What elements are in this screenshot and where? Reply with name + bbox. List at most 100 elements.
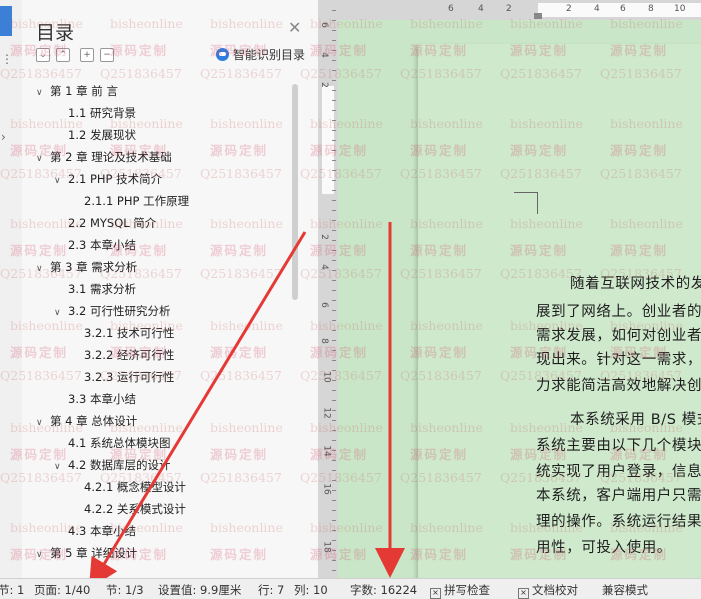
document-area[interactable]: 随着互联网技术的发展到了网络上。创业者的 需求发展，如何对创业者 现出来。针对这一需… <box>338 20 701 599</box>
ruler-number: 4 <box>594 4 600 14</box>
toc-item[interactable]: 3.2.3 运行可行性 <box>84 366 174 388</box>
ruler-number: 4 <box>318 52 329 58</box>
toc-item-label: 3.2 可行性研究分析 <box>68 304 171 318</box>
ruler-number: 14 <box>321 445 332 457</box>
ruler-number: 12 <box>321 407 332 419</box>
toc-item[interactable]: 4.1 系统总体模块图 <box>68 432 170 454</box>
toc-item[interactable]: ∨ 第 5 章 详细设计 <box>36 542 137 560</box>
ruler-number: 2 <box>566 4 572 14</box>
proofread-toggle[interactable]: × 文档校对 <box>518 582 578 599</box>
toc-item-label: 第 5 章 详细设计 <box>50 546 138 560</box>
toc-scrollbar[interactable] <box>292 84 298 300</box>
wps-writer-window: ⋮ › 目录 ✕ ⌄ ⌃ + − 智能识别目录 ∨ 第 1 章 前 言 1.1 研究… <box>0 0 701 599</box>
toc-item[interactable]: ∨ 第 2 章 理论及技术基础 <box>36 146 172 168</box>
ruler-number: 18 <box>321 541 332 553</box>
document-text-line[interactable]: 需求发展，如何对创业者 <box>536 324 701 345</box>
toc-item[interactable]: 4.2.2 关系模式设计 <box>84 498 186 520</box>
toc-item[interactable]: 2.2 MYSQL 简介 <box>68 212 156 234</box>
toc-item-label: 3.3 本章小结 <box>68 392 136 406</box>
chevron-down-icon[interactable]: ∨ <box>54 456 68 478</box>
document-text-line[interactable]: 力求能简洁高效地解决创 <box>536 374 701 395</box>
toc-item-label: 第 3 章 需求分析 <box>50 260 138 274</box>
status-word-count[interactable]: 字数: 16224 <box>350 582 417 598</box>
document-text-line[interactable]: 随着互联网技术的发 <box>570 272 701 293</box>
toc-item[interactable]: ∨ 第 3 章 需求分析 <box>36 256 137 278</box>
toc-item-label: 2.1.1 PHP 工作原理 <box>84 194 190 208</box>
toc-item[interactable]: ∨ 4.2 数据库层的设计 <box>54 454 170 476</box>
toc-item-label: 2.1 PHP 技术简介 <box>68 172 163 186</box>
status-row: 行: 7 <box>258 583 285 597</box>
toc-item-label: 3.2.2 经济可行性 <box>84 348 175 362</box>
smart-toc-label: 智能识别目录 <box>233 48 306 62</box>
left-edge-strip: ⋮ › <box>0 0 23 578</box>
ruler-number: 2 <box>318 82 329 88</box>
ruler-number: 6 <box>620 4 626 14</box>
toc-item-label: 4.2.1 概念模型设计 <box>84 480 186 494</box>
toc-item[interactable]: 4.2.1 概念模型设计 <box>84 476 186 498</box>
document-text-line[interactable]: 本系统采用 B/S 模式 <box>570 408 701 429</box>
toc-item[interactable]: 4.3 本章小结 <box>68 520 136 542</box>
toc-item[interactable]: ∨ 2.1 PHP 技术简介 <box>54 168 162 190</box>
edge-icon[interactable]: ⋮ <box>1 52 13 66</box>
chevron-down-icon[interactable]: ∨ <box>36 148 50 170</box>
expand-icon[interactable]: ⌃ <box>56 48 70 62</box>
document-text-line[interactable]: 系统主要由以下几个模块 <box>536 434 701 455</box>
toc-item-label: 3.1 需求分析 <box>68 282 136 296</box>
chevron-down-icon[interactable]: ∨ <box>36 82 50 104</box>
chevron-down-icon[interactable]: ∨ <box>36 544 50 560</box>
spell-check-toggle[interactable]: × 拼写检查 <box>430 582 490 599</box>
smart-toc-button[interactable]: 智能识别目录 <box>216 46 305 63</box>
document-text-line[interactable]: 理的操作。系统运行结果 <box>536 510 701 531</box>
status-page[interactable]: 页面: 1/40 <box>34 582 90 598</box>
collapse-all-icon[interactable]: ⌄ <box>36 48 50 62</box>
edge-icon[interactable]: › <box>1 130 6 144</box>
chevron-down-icon[interactable]: ∨ <box>54 170 68 192</box>
toc-item[interactable]: 2.1.1 PHP 工作原理 <box>84 190 189 212</box>
remove-icon[interactable]: − <box>100 48 114 62</box>
toc-item[interactable]: 2.3 本章小结 <box>68 234 136 256</box>
document-text-line[interactable]: 用性，可投入使用。 <box>536 536 672 557</box>
toc-item-label: 2.3 本章小结 <box>68 238 136 252</box>
toc-item[interactable]: 1.1 研究背景 <box>68 102 136 124</box>
toc-item-label: 1.2 发展现状 <box>68 128 136 142</box>
toc-title: 目录 <box>36 22 75 44</box>
toc-item[interactable]: 1.2 发展现状 <box>68 124 136 146</box>
spell-check-icon: × <box>430 588 441 599</box>
toc-item-label: 2.2 MYSQL 简介 <box>68 216 157 230</box>
chevron-down-icon[interactable]: ∨ <box>36 258 50 280</box>
toc-item-label: 第 4 章 总体设计 <box>50 414 138 428</box>
document-text-line[interactable]: 本系统，客户端用户只需 <box>536 484 701 505</box>
toc-item[interactable]: ∨ 3.2 可行性研究分析 <box>54 300 170 322</box>
ruler-number: 2 <box>318 234 329 240</box>
document-text-line[interactable]: 统实现了用户登录，信息 <box>536 460 701 481</box>
toc-item[interactable]: ∨ 第 1 章 前 言 <box>36 80 118 102</box>
ruler-number: 10 <box>321 371 332 383</box>
status-col: 列: 10 <box>294 583 328 597</box>
spell-check-label: 拼写检查 <box>444 583 490 597</box>
status-setting: 设置值: 9.9厘米 <box>158 583 242 597</box>
document-text-line[interactable]: 现出来。针对这一需求， <box>536 348 701 369</box>
close-icon[interactable]: ✕ <box>288 18 301 37</box>
toc-item-label: 4.3 本章小结 <box>68 524 136 538</box>
add-icon[interactable]: + <box>80 48 94 62</box>
toc-item-label: 4.2.2 关系模式设计 <box>84 502 186 516</box>
smart-recognize-icon <box>216 48 229 61</box>
toc-item[interactable]: 3.2.1 技术可行性 <box>84 322 174 344</box>
toc-item-label: 第 2 章 理论及技术基础 <box>50 150 172 164</box>
chevron-down-icon[interactable]: ∨ <box>36 412 50 434</box>
toc-item-label: 3.2.1 技术可行性 <box>84 326 175 340</box>
toc-item[interactable]: 3.2.2 经济可行性 <box>84 344 174 366</box>
toc-item[interactable]: 3.1 需求分析 <box>68 278 136 300</box>
indent-marker[interactable] <box>534 13 542 19</box>
edge-tab[interactable] <box>0 6 12 36</box>
horizontal-ruler: 6 4 2 2 4 6 8 10 <box>338 0 701 21</box>
document-text-line[interactable]: 展到了网络上。创业者的 <box>536 300 701 321</box>
toc-item[interactable]: ∨ 第 4 章 总体设计 <box>36 410 137 432</box>
ruler-number: 8 <box>318 338 329 344</box>
chevron-down-icon[interactable]: ∨ <box>54 302 68 324</box>
ruler-number: 8 <box>648 4 654 14</box>
status-section-cut: 节: 1 <box>0 583 25 597</box>
ruler-number: 4 <box>318 264 329 270</box>
toc-item[interactable]: 3.3 本章小结 <box>68 388 136 410</box>
compat-mode[interactable]: 兼容模式 <box>602 582 648 598</box>
